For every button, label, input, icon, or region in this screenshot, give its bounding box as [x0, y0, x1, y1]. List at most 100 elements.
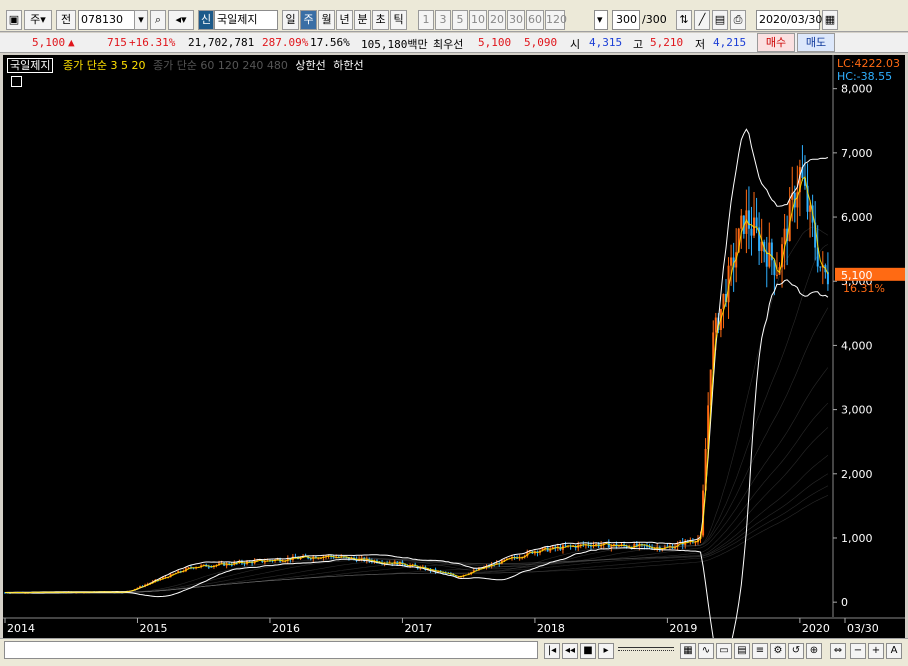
candle-body	[826, 272, 829, 285]
period-4-button[interactable]: 분	[354, 10, 371, 30]
zoom-out-button[interactable]: −	[850, 643, 866, 659]
chart-legend: 국일제지 종가 단순 3 5 20 종가 단순 60 120 240 480 상…	[7, 57, 364, 73]
interval-dropdown-icon[interactable]: ▾	[594, 10, 608, 30]
buy-button[interactable]: 매수	[757, 33, 795, 52]
legend-stock-name: 국일제지	[7, 58, 54, 73]
ma-long-45-line	[4, 244, 829, 593]
amount: 105,180백만	[361, 38, 428, 51]
y-tick-label: 0	[841, 596, 848, 609]
layout-icon[interactable]: ▭	[716, 643, 732, 659]
candle-body	[783, 228, 786, 245]
list-icon[interactable]: ≡	[752, 643, 768, 659]
interval-7-button[interactable]: 120	[545, 10, 567, 30]
ma-3-line	[4, 175, 829, 594]
zoom-slider[interactable]	[618, 647, 674, 651]
line-tool-icon[interactable]: ╱	[694, 10, 710, 30]
candle-body	[747, 210, 750, 229]
chart-svg[interactable]: 8,0007,0006,0005,0004,0003,0002,0001,000…	[3, 55, 905, 659]
grid-toggle-icon[interactable]	[11, 76, 22, 87]
zoom-in-button[interactable]: +	[868, 643, 884, 659]
x-tick-label: 2020	[802, 622, 830, 635]
legend-upper: 상한선	[295, 59, 326, 72]
period-0-button[interactable]: 일	[282, 10, 299, 30]
change-pct: +16.31%	[129, 36, 176, 49]
search-icon[interactable]: ⌕	[150, 10, 166, 30]
grid-icon[interactable]: ▤	[734, 643, 750, 659]
price-chart[interactable]: 8,000 7,000 6,000 5,000 4,000 3,000 2,000 1,000…	[3, 55, 905, 659]
y-tick-label: 2,000	[841, 468, 873, 481]
candle-body	[207, 566, 210, 568]
interval-6-button[interactable]: 60	[526, 10, 544, 30]
interval-3-button[interactable]: 10	[469, 10, 487, 30]
count-total: /300	[642, 13, 667, 26]
sell-button[interactable]: 매도	[797, 33, 835, 52]
period-6-button[interactable]: 틱	[390, 10, 407, 30]
candle-body	[740, 215, 743, 229]
stock-name-field[interactable]: 국일제지	[214, 10, 278, 30]
indicator-icon[interactable]: ∿	[698, 643, 714, 659]
code-dropdown-icon[interactable]: ▾	[134, 10, 148, 30]
high-label: 고	[633, 38, 644, 51]
candle-body	[243, 563, 246, 565]
count-input[interactable]: 300	[612, 10, 640, 30]
horizontal-scrollbar[interactable]	[4, 641, 538, 659]
x-tick-label: 2017	[404, 622, 432, 635]
x-tick-label: 2015	[139, 622, 167, 635]
x-tick-label: 2019	[669, 622, 697, 635]
stop-icon[interactable]: ■	[580, 643, 596, 659]
period-5-button[interactable]: 초	[372, 10, 389, 30]
x-tick-label: 2018	[537, 622, 565, 635]
y-tick-label: 6,000	[841, 211, 873, 224]
period-2-button[interactable]: 월	[318, 10, 335, 30]
toolbar: ▣ 주▾ 전 078130 ▾ ⌕ ◂▾ 신 국일제지 일주월년분초틱 1351…	[0, 0, 908, 32]
legend-ma-long: 종가 단순 60 120 240 480	[152, 59, 288, 72]
interval-5-button[interactable]: 30	[507, 10, 525, 30]
prev-button[interactable]: 전	[56, 10, 76, 30]
candle-body	[755, 217, 758, 228]
window-icon[interactable]: ▣	[6, 10, 22, 30]
up-arrow-icon: ▲	[68, 36, 75, 49]
first-icon[interactable]: |◂	[544, 643, 560, 659]
calendar-icon[interactable]: ▦	[822, 10, 838, 30]
candle-body	[775, 274, 778, 276]
interval-1-button[interactable]: 3	[435, 10, 451, 30]
candle-body	[309, 558, 312, 560]
market-select[interactable]: 주▾	[24, 10, 52, 30]
candle-body	[281, 561, 284, 563]
turnover: 17.56%	[310, 36, 350, 49]
period-1-button[interactable]: 주	[300, 10, 317, 30]
settings-icon[interactable]: ⚙	[770, 643, 786, 659]
font-button[interactable]: A	[886, 643, 902, 659]
print-icon[interactable]: ⎙	[730, 10, 746, 30]
quote-bar: 5,100 ▲ 715 +16.31% 21,702,781 287.09% 1…	[0, 33, 908, 53]
candle-body	[544, 547, 547, 549]
y-tick-label: 4,000	[841, 339, 873, 352]
date-input[interactable]: 2020/03/30	[756, 10, 822, 30]
interval-2-button[interactable]: 5	[452, 10, 468, 30]
legend-ma-short: 종가 단순 3 5 20	[62, 59, 146, 72]
x-tick-label: 2016	[272, 622, 300, 635]
best-bid: 5,090	[524, 36, 558, 49]
sound-icon[interactable]: ◂▾	[168, 10, 194, 30]
ma-long-150-line	[4, 455, 829, 593]
open-label: 시	[570, 38, 581, 51]
zoom-fit-icon[interactable]: ⇔	[830, 643, 846, 659]
market-select-label: 주	[30, 13, 41, 26]
play-icon[interactable]: ▸	[598, 643, 614, 659]
last-price-label: 5,100	[841, 269, 873, 282]
period-3-button[interactable]: 년	[336, 10, 353, 30]
interval-0-button[interactable]: 1	[418, 10, 434, 30]
save-icon[interactable]: ▤	[712, 10, 728, 30]
candle-body	[819, 266, 822, 268]
interval-4-button[interactable]: 20	[488, 10, 506, 30]
chart-icon[interactable]: ▦	[680, 643, 696, 659]
x-tick-label: 03/30	[847, 622, 879, 635]
y-tick-label: 1,000	[841, 532, 873, 545]
candle-body	[730, 257, 733, 266]
crosshair-icon[interactable]: ⊕	[806, 643, 822, 659]
compare-icon[interactable]: ⇅	[676, 10, 692, 30]
rewind-icon[interactable]: ◂◂	[562, 643, 578, 659]
reset-icon[interactable]: ↺	[788, 643, 804, 659]
change: 715	[107, 36, 127, 49]
price: 5,100	[32, 36, 66, 49]
